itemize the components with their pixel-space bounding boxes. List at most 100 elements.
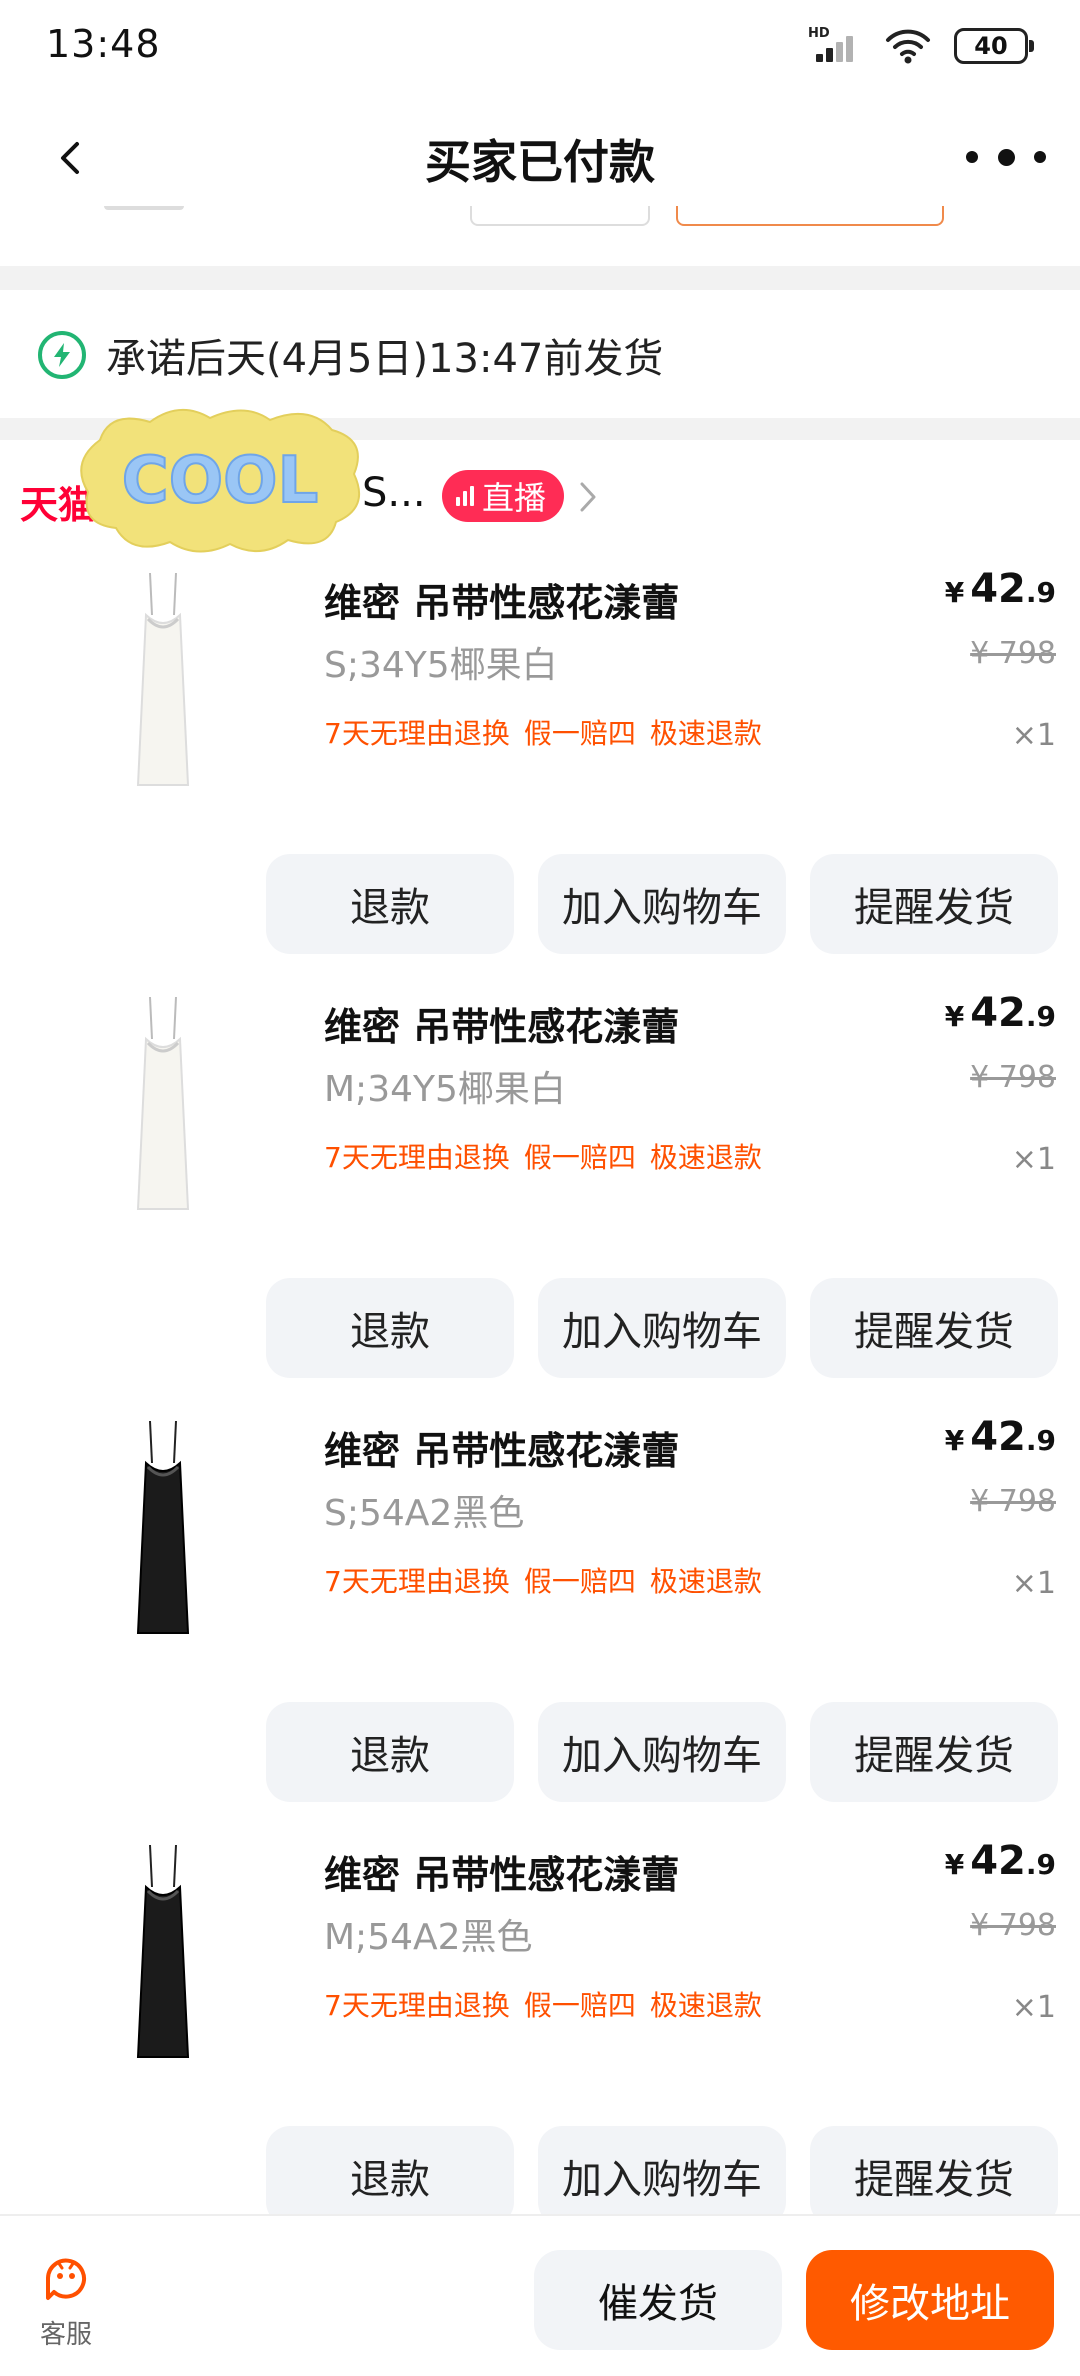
shipping-promise-text: 承诺后天(4月5日)13:47前发货 bbox=[106, 336, 664, 382]
service-tag: 极速退款 bbox=[649, 1565, 762, 1598]
price-integer: 42 bbox=[970, 990, 1026, 1036]
product-sku: M;54A2黑色 bbox=[324, 1917, 533, 1958]
service-tag: 极速退款 bbox=[649, 1989, 762, 2022]
service-tag: 极速退款 bbox=[649, 717, 762, 750]
bottom-action-bar: 客服 催发货 修改地址 bbox=[0, 2214, 1080, 2376]
customer-service-button[interactable]: 客服 bbox=[30, 2252, 102, 2351]
price-currency: ¥ bbox=[944, 576, 965, 609]
product-image[interactable] bbox=[58, 564, 268, 794]
price-decimal: .9 bbox=[1025, 1848, 1056, 1881]
service-tag: 7天无理由退换 bbox=[324, 1141, 510, 1174]
service-tag: 7天无理由退换 bbox=[324, 1989, 510, 2022]
service-tags: 7天无理由退换 假一赔四 极速退款 bbox=[324, 1560, 762, 1600]
add-to-cart-button[interactable]: 加入购物车 bbox=[538, 854, 786, 954]
product-image[interactable] bbox=[58, 988, 268, 1218]
service-tag: 假一赔四 bbox=[523, 717, 636, 750]
product-price: ¥42.9 bbox=[945, 566, 1056, 612]
refund-button[interactable]: 退款 bbox=[266, 2126, 514, 2226]
status-time: 13:48 bbox=[46, 22, 161, 66]
remind-shipping-button[interactable]: 提醒发货 bbox=[810, 854, 1058, 954]
quantity: ×1 bbox=[1011, 718, 1056, 753]
customer-service-icon bbox=[46, 2258, 86, 2300]
price-decimal: .9 bbox=[1025, 1424, 1056, 1457]
live-label: 直播 bbox=[482, 479, 547, 517]
add-to-cart-button[interactable]: 加入购物车 bbox=[538, 2126, 786, 2226]
sticker-text: COOL bbox=[122, 444, 319, 518]
remind-shipping-button[interactable]: 提醒发货 bbox=[810, 1702, 1058, 1802]
service-tag: 7天无理由退换 bbox=[324, 717, 510, 750]
item-actions: 退款 加入购物车 提醒发货 bbox=[266, 1702, 1058, 1802]
service-tag: 7天无理由退换 bbox=[324, 1565, 510, 1598]
product-title[interactable]: 维密 吊带性感花漾蕾 bbox=[324, 1844, 679, 1899]
original-price: ¥ 798 bbox=[970, 1060, 1056, 1095]
refund-button[interactable]: 退款 bbox=[266, 854, 514, 954]
service-tag: 极速退款 bbox=[649, 1141, 762, 1174]
remind-shipping-button[interactable]: 提醒发货 bbox=[810, 2126, 1058, 2226]
product-price: ¥42.9 bbox=[945, 1838, 1056, 1884]
wifi-icon bbox=[886, 29, 930, 64]
price-integer: 42 bbox=[970, 1838, 1026, 1884]
customer-service-label: 客服 bbox=[39, 2320, 92, 2350]
product-image[interactable] bbox=[58, 1412, 268, 1642]
price-decimal: .9 bbox=[1025, 1000, 1056, 1033]
product-image[interactable] bbox=[58, 1836, 268, 2066]
product-title[interactable]: 维密 吊带性感花漾蕾 bbox=[324, 996, 679, 1051]
order-item[interactable]: 维密 吊带性感花漾蕾 M;54A2黑色 7天无理由退换 假一赔四 极速退款 ¥4… bbox=[0, 1836, 1080, 2260]
service-tags: 7天无理由退换 假一赔四 极速退款 bbox=[324, 1984, 762, 2024]
item-actions: 退款 加入购物车 提醒发货 bbox=[266, 854, 1058, 954]
product-price: ¥42.9 bbox=[945, 1414, 1056, 1460]
item-actions: 退款 加入购物车 提醒发货 bbox=[266, 1278, 1058, 1378]
product-title[interactable]: 维密 吊带性感花漾蕾 bbox=[324, 1420, 679, 1475]
order-item[interactable]: 维密 吊带性感花漾蕾 S;54A2黑色 7天无理由退换 假一赔四 极速退款 ¥4… bbox=[0, 1412, 1080, 1836]
price-integer: 42 bbox=[970, 566, 1026, 612]
refund-button[interactable]: 退款 bbox=[266, 1702, 514, 1802]
dress-image bbox=[136, 572, 190, 786]
shop-name[interactable]: S... bbox=[362, 470, 426, 516]
add-to-cart-button[interactable]: 加入购物车 bbox=[538, 1702, 786, 1802]
price-currency: ¥ bbox=[944, 1424, 965, 1457]
quantity: ×1 bbox=[1011, 1566, 1056, 1601]
cool-sticker: COOL bbox=[80, 408, 361, 553]
order-item[interactable]: 维密 吊带性感花漾蕾 M;34Y5椰果白 7天无理由退换 假一赔四 极速退款 ¥… bbox=[0, 988, 1080, 1412]
more-dot-icon bbox=[1034, 151, 1046, 163]
more-dot-icon bbox=[966, 151, 978, 163]
price-integer: 42 bbox=[970, 1414, 1026, 1460]
cellular-signal-icon: HD bbox=[808, 26, 862, 66]
price-currency: ¥ bbox=[944, 1848, 965, 1881]
dress-image bbox=[136, 996, 190, 1210]
original-price: ¥ 798 bbox=[970, 636, 1056, 671]
quantity: ×1 bbox=[1011, 1990, 1056, 2025]
status-bar: 13:48 HD 40 bbox=[0, 0, 1080, 92]
service-tags: 7天无理由退换 假一赔四 极速退款 bbox=[324, 712, 762, 752]
product-sku: S;34Y5椰果白 bbox=[324, 645, 558, 686]
price-decimal: .9 bbox=[1025, 576, 1056, 609]
network-type-label: HD bbox=[808, 26, 830, 41]
service-tag: 假一赔四 bbox=[523, 1141, 636, 1174]
nav-bar: 买家已付款 bbox=[0, 92, 1080, 222]
status-icons: HD 40 bbox=[808, 26, 1034, 66]
product-sku: S;54A2黑色 bbox=[324, 1493, 525, 1534]
more-dot-icon bbox=[997, 148, 1015, 166]
remind-shipping-button[interactable]: 提醒发货 bbox=[810, 1278, 1058, 1378]
scrolled-address-strip bbox=[0, 206, 1080, 232]
product-sku: M;34Y5椰果白 bbox=[324, 1069, 566, 1110]
service-tag: 假一赔四 bbox=[523, 1565, 636, 1598]
urge-shipping-button[interactable]: 催发货 bbox=[534, 2250, 782, 2350]
item-actions: 退款 加入购物车 提醒发货 bbox=[266, 2126, 1058, 2226]
battery-icon: 40 bbox=[954, 28, 1034, 64]
chevron-right-icon bbox=[580, 482, 596, 512]
page-title: 买家已付款 bbox=[425, 135, 655, 189]
more-options-button[interactable] bbox=[966, 132, 1046, 182]
product-title[interactable]: 维密 吊带性感花漾蕾 bbox=[324, 572, 679, 627]
refund-button[interactable]: 退款 bbox=[266, 1278, 514, 1378]
service-tags: 7天无理由退换 假一赔四 极速退款 bbox=[324, 1136, 762, 1176]
quantity: ×1 bbox=[1011, 1142, 1056, 1177]
live-icon bbox=[456, 486, 474, 506]
original-price: ¥ 798 bbox=[970, 1908, 1056, 1943]
order-item[interactable]: 维密 吊带性感花漾蕾 S;34Y5椰果白 7天无理由退换 假一赔四 极速退款 ¥… bbox=[0, 564, 1080, 988]
service-tag: 假一赔四 bbox=[523, 1989, 636, 2022]
section-divider bbox=[0, 266, 1080, 290]
modify-address-button[interactable]: 修改地址 bbox=[806, 2250, 1054, 2350]
add-to-cart-button[interactable]: 加入购物车 bbox=[538, 1278, 786, 1378]
live-badge[interactable]: 直播 bbox=[442, 470, 565, 522]
